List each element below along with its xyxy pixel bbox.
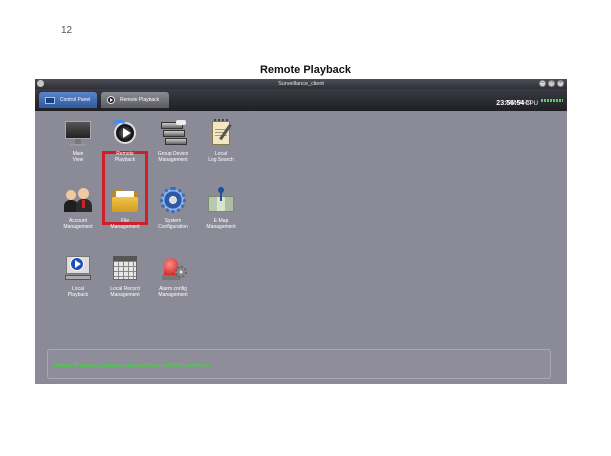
window-controls: – □ ×	[539, 80, 564, 87]
item-label: Management	[110, 224, 140, 230]
tab-remote-playback[interactable]: Remote Playback	[101, 92, 169, 108]
play-icon	[107, 96, 115, 104]
item-file-management[interactable]: File Management	[100, 186, 150, 230]
tab-label: Remote Playback	[120, 97, 160, 103]
item-local-playback[interactable]: Local Playback	[53, 254, 103, 298]
app-icon	[37, 80, 44, 87]
folder-icon	[110, 186, 140, 214]
map-icon	[206, 186, 236, 214]
alarm-icon	[158, 254, 188, 282]
monitor-icon	[45, 96, 55, 104]
remote-playback-icon	[110, 119, 140, 147]
item-local-log-search[interactable]: Local Log Search	[196, 119, 246, 163]
item-label: Management	[63, 224, 93, 230]
application-window: Surveillance_client – □ × Control Panel …	[35, 79, 567, 384]
monitor-icon	[63, 119, 93, 147]
item-label: Playback	[67, 292, 89, 298]
page-number: 12	[61, 25, 73, 36]
item-local-record-management[interactable]: Local Record Management	[100, 254, 150, 298]
item-label: Management	[158, 157, 188, 163]
calendar-icon	[110, 254, 140, 282]
item-main-view[interactable]: Main View	[53, 119, 103, 163]
minimize-icon[interactable]: –	[539, 80, 546, 87]
item-label: Management	[110, 292, 140, 298]
item-e-map-management[interactable]: E-Map Management	[196, 186, 246, 230]
status-text: Remote Playback: Search and playback fil…	[54, 363, 212, 369]
tab-label: Control Panel	[60, 97, 91, 103]
item-label: Playback	[114, 157, 136, 163]
item-label: View	[72, 157, 84, 163]
item-label: Log Search	[208, 157, 234, 163]
item-label: Management	[158, 292, 188, 298]
clock-cpu-display: 23:56:54CPU 2016-01-20	[496, 92, 563, 110]
local-playback-icon	[63, 254, 93, 282]
item-system-configuration[interactable]: System Configuration	[148, 186, 198, 230]
item-group-device-management[interactable]: Group Device Management	[148, 119, 198, 163]
window-titlebar: Surveillance_client – □ ×	[35, 79, 567, 89]
item-alarm-config-management[interactable]: Alarm config Management	[148, 254, 198, 298]
users-icon	[63, 186, 93, 214]
close-icon[interactable]: ×	[557, 80, 564, 87]
cpu-meter	[541, 99, 563, 103]
control-panel-grid: Main View Remote Playback Group Device M…	[35, 111, 567, 341]
item-label: Management	[206, 224, 236, 230]
item-remote-playback[interactable]: Remote Playback	[100, 119, 150, 163]
gear-icon	[158, 186, 188, 214]
clock-date: 2016-01-20	[505, 100, 531, 106]
item-account-management[interactable]: Account Management	[53, 186, 103, 230]
document-title: Remote Playback	[259, 64, 352, 76]
item-label: Configuration	[158, 224, 188, 230]
maximize-icon[interactable]: □	[548, 80, 555, 87]
tab-bar: Control Panel Remote Playback 23:56:54CP…	[35, 89, 567, 111]
notepad-icon	[206, 119, 236, 147]
tab-control-panel[interactable]: Control Panel	[39, 92, 97, 108]
window-title: Surveillance_client	[278, 81, 324, 87]
status-bar: Remote Playback: Search and playback fil…	[47, 349, 551, 379]
group-device-icon	[158, 119, 188, 147]
